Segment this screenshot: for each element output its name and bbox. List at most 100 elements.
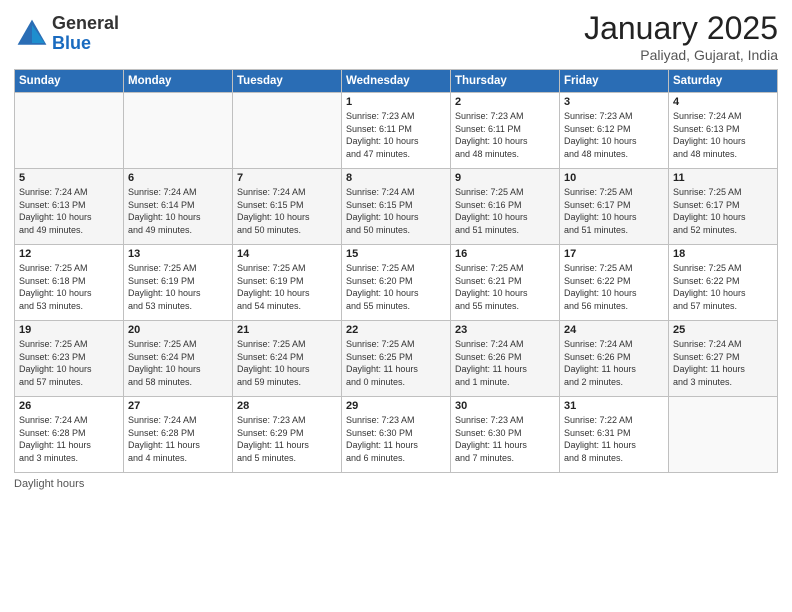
day-number: 24 <box>564 324 664 336</box>
day-number: 16 <box>455 248 555 260</box>
calendar-cell <box>124 93 233 169</box>
calendar-cell: 3Sunrise: 7:23 AMSunset: 6:12 PMDaylight… <box>560 93 669 169</box>
day-number: 27 <box>128 400 228 412</box>
day-number: 21 <box>237 324 337 336</box>
day-number: 11 <box>673 172 773 184</box>
calendar-cell: 28Sunrise: 7:23 AMSunset: 6:29 PMDayligh… <box>233 397 342 473</box>
calendar-cell: 18Sunrise: 7:25 AMSunset: 6:22 PMDayligh… <box>669 245 778 321</box>
day-info: Sunrise: 7:23 AMSunset: 6:30 PMDaylight:… <box>455 414 555 464</box>
day-number: 12 <box>19 248 119 260</box>
calendar-cell: 30 Sunrise: 7:23 AMSunset: 6:30 PMDayligh… <box>451 397 560 473</box>
month-title: January 2025 <box>584 10 778 47</box>
day-info: Sunrise: 7:25 AMSunset: 6:24 PMDaylight:… <box>128 338 228 388</box>
day-info: Sunrise: 7:24 AMSunset: 6:28 PMDaylight:… <box>128 414 228 464</box>
calendar-cell: 21 Sunrise: 7:25 AMSunset: 6:24 PMDayligh… <box>233 321 342 397</box>
calendar-cell: 29Sunrise: 7:23 AMSunset: 6:30 PMDayligh… <box>342 397 451 473</box>
day-info: Sunrise: 7:25 AMSunset: 6:23 PMDaylight:… <box>19 338 119 388</box>
day-number: 13 <box>128 248 228 260</box>
day-info: Sunrise: 7:23 AMSunset: 6:29 PMDaylight:… <box>237 414 337 464</box>
col-header-thursday: Thursday <box>451 70 560 93</box>
day-info: Sunrise: 7:23 AMSunset: 6:12 PMDaylight:… <box>564 110 664 160</box>
calendar-cell: 12 Sunrise: 7:25 AMSunset: 6:18 PMDayligh… <box>15 245 124 321</box>
calendar-cell: 20 Sunrise: 7:25 AMSunset: 6:24 PMDayligh… <box>124 321 233 397</box>
day-info: Sunrise: 7:23 AMSunset: 6:11 PMDaylight:… <box>346 110 446 160</box>
calendar-week-row-0: 1 Sunrise: 7:23 AMSunset: 6:11 PMDaylight… <box>15 93 778 169</box>
day-info: Sunrise: 7:25 AMSunset: 6:19 PMDaylight:… <box>237 262 337 312</box>
day-number: 30 <box>455 400 555 412</box>
day-number: 2 <box>455 96 555 108</box>
calendar-cell: 10 Sunrise: 7:25 AMSunset: 6:17 PMDayligh… <box>560 169 669 245</box>
calendar-cell: 27 Sunrise: 7:24 AMSunset: 6:28 PMDayligh… <box>124 397 233 473</box>
day-info: Sunrise: 7:24 AMSunset: 6:28 PMDaylight:… <box>19 414 119 464</box>
daylight-hours-label: Daylight hours <box>14 478 84 490</box>
calendar-cell: 7 Sunrise: 7:24 AMSunset: 6:15 PMDaylight… <box>233 169 342 245</box>
calendar-cell: 1 Sunrise: 7:23 AMSunset: 6:11 PMDaylight… <box>342 93 451 169</box>
calendar-cell: 5 Sunrise: 7:24 AMSunset: 6:13 PMDaylight… <box>15 169 124 245</box>
day-info: Sunrise: 7:24 AMSunset: 6:13 PMDaylight:… <box>673 110 773 160</box>
day-info: Sunrise: 7:24 AMSunset: 6:15 PMDaylight:… <box>237 186 337 236</box>
day-info: Sunrise: 7:24 AMSunset: 6:14 PMDaylight:… <box>128 186 228 236</box>
logo-general-text: General <box>52 14 119 34</box>
day-number: 6 <box>128 172 228 184</box>
day-info: Sunrise: 7:25 AMSunset: 6:21 PMDaylight:… <box>455 262 555 312</box>
calendar-cell <box>15 93 124 169</box>
day-number: 23 <box>455 324 555 336</box>
day-number: 15 <box>346 248 446 260</box>
calendar-cell: 15 Sunrise: 7:25 AMSunset: 6:20 PMDayligh… <box>342 245 451 321</box>
day-info: Sunrise: 7:22 AMSunset: 6:31 PMDaylight:… <box>564 414 664 464</box>
calendar-cell: 11 Sunrise: 7:25 AMSunset: 6:17 PMDayligh… <box>669 169 778 245</box>
day-number: 7 <box>237 172 337 184</box>
col-header-saturday: Saturday <box>669 70 778 93</box>
col-header-wednesday: Wednesday <box>342 70 451 93</box>
col-header-tuesday: Tuesday <box>233 70 342 93</box>
day-info: Sunrise: 7:23 AMSunset: 6:11 PMDaylight:… <box>455 110 555 160</box>
day-number: 20 <box>128 324 228 336</box>
day-number: 14 <box>237 248 337 260</box>
calendar-cell: 23 Sunrise: 7:24 AMSunset: 6:26 PMDayligh… <box>451 321 560 397</box>
day-info: Sunrise: 7:25 AMSunset: 6:20 PMDaylight:… <box>346 262 446 312</box>
calendar-cell: 9Sunrise: 7:25 AMSunset: 6:16 PMDaylight… <box>451 169 560 245</box>
calendar-cell: 24 Sunrise: 7:24 AMSunset: 6:26 PMDayligh… <box>560 321 669 397</box>
calendar-cell: 2 Sunrise: 7:23 AMSunset: 6:11 PMDaylight… <box>451 93 560 169</box>
calendar-week-row-1: 5 Sunrise: 7:24 AMSunset: 6:13 PMDaylight… <box>15 169 778 245</box>
day-number: 22 <box>346 324 446 336</box>
day-info: Sunrise: 7:24 AMSunset: 6:13 PMDaylight:… <box>19 186 119 236</box>
day-info: Sunrise: 7:25 AMSunset: 6:25 PMDaylight:… <box>346 338 446 388</box>
calendar-cell: 14 Sunrise: 7:25 AMSunset: 6:19 PMDayligh… <box>233 245 342 321</box>
day-info: Sunrise: 7:25 AMSunset: 6:17 PMDaylight:… <box>673 186 773 236</box>
calendar-cell: 6 Sunrise: 7:24 AMSunset: 6:14 PMDaylight… <box>124 169 233 245</box>
day-number: 19 <box>19 324 119 336</box>
calendar-cell: 16 Sunrise: 7:25 AMSunset: 6:21 PMDayligh… <box>451 245 560 321</box>
day-number: 10 <box>564 172 664 184</box>
logo-icon <box>14 16 50 52</box>
day-number: 8 <box>346 172 446 184</box>
day-number: 9 <box>455 172 555 184</box>
calendar-week-row-4: 26Sunrise: 7:24 AMSunset: 6:28 PMDayligh… <box>15 397 778 473</box>
day-info: Sunrise: 7:25 AMSunset: 6:22 PMDaylight:… <box>673 262 773 312</box>
logo: General Blue <box>14 14 119 54</box>
col-header-friday: Friday <box>560 70 669 93</box>
day-number: 25 <box>673 324 773 336</box>
day-info: Sunrise: 7:25 AMSunset: 6:24 PMDaylight:… <box>237 338 337 388</box>
day-info: Sunrise: 7:24 AMSunset: 6:15 PMDaylight:… <box>346 186 446 236</box>
day-info: Sunrise: 7:25 AMSunset: 6:18 PMDaylight:… <box>19 262 119 312</box>
calendar-cell: 31Sunrise: 7:22 AMSunset: 6:31 PMDayligh… <box>560 397 669 473</box>
footer: Daylight hours <box>14 478 778 490</box>
logo-blue-text: Blue <box>52 34 119 54</box>
calendar-cell: 26Sunrise: 7:24 AMSunset: 6:28 PMDayligh… <box>15 397 124 473</box>
header: General Blue January 2025 Paliyad, Gujar… <box>14 10 778 63</box>
calendar-cell: 4 Sunrise: 7:24 AMSunset: 6:13 PMDaylight… <box>669 93 778 169</box>
calendar-cell: 17Sunrise: 7:25 AMSunset: 6:22 PMDayligh… <box>560 245 669 321</box>
calendar-week-row-2: 12 Sunrise: 7:25 AMSunset: 6:18 PMDayligh… <box>15 245 778 321</box>
page: General Blue January 2025 Paliyad, Gujar… <box>0 0 792 612</box>
day-info: Sunrise: 7:24 AMSunset: 6:26 PMDaylight:… <box>455 338 555 388</box>
day-info: Sunrise: 7:25 AMSunset: 6:17 PMDaylight:… <box>564 186 664 236</box>
day-number: 5 <box>19 172 119 184</box>
day-number: 4 <box>673 96 773 108</box>
day-info: Sunrise: 7:24 AMSunset: 6:27 PMDaylight:… <box>673 338 773 388</box>
title-block: January 2025 Paliyad, Gujarat, India <box>584 10 778 63</box>
location-title: Paliyad, Gujarat, India <box>584 47 778 63</box>
day-number: 29 <box>346 400 446 412</box>
day-number: 1 <box>346 96 446 108</box>
day-info: Sunrise: 7:24 AMSunset: 6:26 PMDaylight:… <box>564 338 664 388</box>
